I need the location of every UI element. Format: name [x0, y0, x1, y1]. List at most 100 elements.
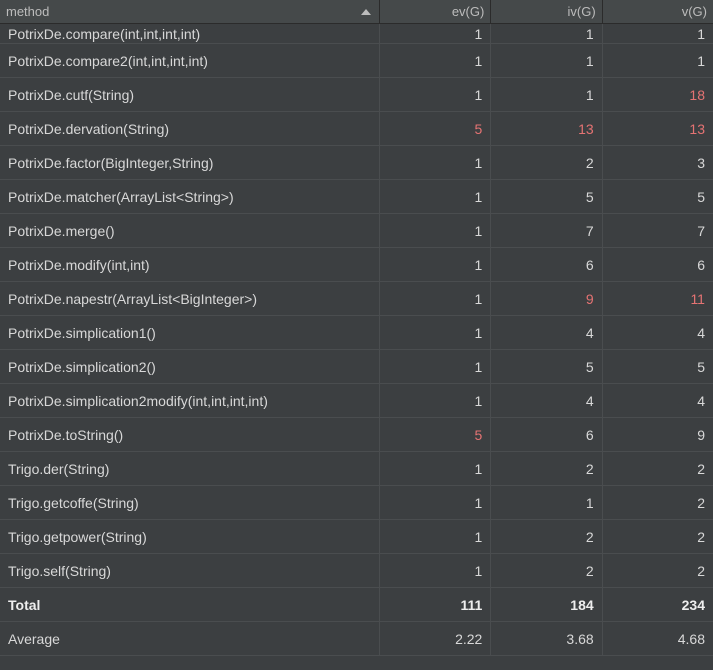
summary-iv: 184: [491, 588, 602, 621]
summary-v: 234: [603, 588, 713, 621]
cell-iv: 9: [491, 282, 602, 315]
cell-v: 2: [603, 486, 713, 519]
cell-ev: 1: [380, 554, 491, 587]
cell-method: PotrixDe.merge(): [0, 214, 380, 247]
summary-label: Average: [0, 622, 380, 655]
table-row[interactable]: PotrixDe.compare2(int,int,int,int)111: [0, 44, 713, 78]
cell-method: PotrixDe.cutf(String): [0, 78, 380, 111]
summary-ev: 111: [380, 588, 491, 621]
cell-v: 1: [603, 44, 713, 77]
cell-method: PotrixDe.simplication2modify(int,int,int…: [0, 384, 380, 417]
cell-ev: 1: [380, 384, 491, 417]
cell-v: 18: [603, 78, 713, 111]
table-row[interactable]: PotrixDe.factor(BigInteger,String)123: [0, 146, 713, 180]
column-header-label: method: [6, 4, 49, 19]
table-row[interactable]: PotrixDe.napestr(ArrayList<BigInteger>)1…: [0, 282, 713, 316]
table-row[interactable]: PotrixDe.cutf(String)1118: [0, 78, 713, 112]
cell-ev: 1: [380, 350, 491, 383]
table-row[interactable]: PotrixDe.simplication2()155: [0, 350, 713, 384]
cell-iv: 2: [491, 520, 602, 553]
cell-v: 5: [603, 180, 713, 213]
cell-v: 1: [603, 24, 713, 43]
cell-method: PotrixDe.modify(int,int): [0, 248, 380, 281]
cell-method: PotrixDe.matcher(ArrayList<String>): [0, 180, 380, 213]
cell-ev: 1: [380, 180, 491, 213]
cell-iv: 6: [491, 418, 602, 451]
cell-v: 11: [603, 282, 713, 315]
column-header-ev[interactable]: ev(G): [380, 0, 491, 23]
cell-ev: 1: [380, 78, 491, 111]
cell-iv: 1: [491, 486, 602, 519]
table-row[interactable]: PotrixDe.toString()569: [0, 418, 713, 452]
cell-iv: 4: [491, 316, 602, 349]
cell-method: PotrixDe.dervation(String): [0, 112, 380, 145]
cell-ev: 1: [380, 282, 491, 315]
cell-method: PotrixDe.simplication1(): [0, 316, 380, 349]
cell-method: PotrixDe.napestr(ArrayList<BigInteger>): [0, 282, 380, 315]
summary-row: Average2.223.684.68: [0, 622, 713, 656]
table-row[interactable]: PotrixDe.merge()177: [0, 214, 713, 248]
summary-ev: 2.22: [380, 622, 491, 655]
summary-row: Total111184234: [0, 588, 713, 622]
table-row[interactable]: PotrixDe.compare(int,int,int,int)111: [0, 24, 713, 44]
cell-ev: 5: [380, 112, 491, 145]
cell-iv: 5: [491, 180, 602, 213]
cell-iv: 13: [491, 112, 602, 145]
cell-iv: 2: [491, 452, 602, 485]
cell-iv: 1: [491, 24, 602, 43]
summary-iv: 3.68: [491, 622, 602, 655]
column-header-label: v(G): [682, 4, 707, 19]
cell-iv: 6: [491, 248, 602, 281]
table-row[interactable]: PotrixDe.modify(int,int)166: [0, 248, 713, 282]
cell-method: Trigo.getcoffe(String): [0, 486, 380, 519]
cell-ev: 1: [380, 214, 491, 247]
cell-iv: 2: [491, 146, 602, 179]
cell-method: Trigo.getpower(String): [0, 520, 380, 553]
cell-ev: 1: [380, 44, 491, 77]
summary-label: Total: [0, 588, 380, 621]
column-header-label: ev(G): [452, 4, 485, 19]
cell-v: 4: [603, 384, 713, 417]
cell-v: 6: [603, 248, 713, 281]
cell-method: PotrixDe.factor(BigInteger,String): [0, 146, 380, 179]
cell-method: PotrixDe.compare2(int,int,int,int): [0, 44, 380, 77]
cell-ev: 1: [380, 248, 491, 281]
cell-ev: 1: [380, 520, 491, 553]
cell-ev: 1: [380, 316, 491, 349]
table-row[interactable]: Trigo.getpower(String)122: [0, 520, 713, 554]
cell-v: 5: [603, 350, 713, 383]
cell-iv: 1: [491, 44, 602, 77]
table-row[interactable]: Trigo.der(String)122: [0, 452, 713, 486]
cell-method: PotrixDe.simplication2(): [0, 350, 380, 383]
metrics-table: method ev(G) iv(G) v(G) PotrixDe.compare…: [0, 0, 713, 656]
column-header-iv[interactable]: iv(G): [491, 0, 602, 23]
table-row[interactable]: Trigo.getcoffe(String)112: [0, 486, 713, 520]
column-header-method[interactable]: method: [0, 0, 380, 23]
cell-iv: 1: [491, 78, 602, 111]
sort-ascending-icon: [361, 9, 371, 15]
cell-v: 2: [603, 554, 713, 587]
column-header-v[interactable]: v(G): [603, 0, 713, 23]
cell-method: PotrixDe.toString(): [0, 418, 380, 451]
cell-ev: 1: [380, 486, 491, 519]
table-row[interactable]: Trigo.self(String)122: [0, 554, 713, 588]
cell-method: PotrixDe.compare(int,int,int,int): [0, 24, 380, 43]
cell-ev: 5: [380, 418, 491, 451]
cell-v: 2: [603, 452, 713, 485]
cell-iv: 7: [491, 214, 602, 247]
cell-iv: 4: [491, 384, 602, 417]
cell-ev: 1: [380, 452, 491, 485]
cell-v: 3: [603, 146, 713, 179]
cell-v: 4: [603, 316, 713, 349]
cell-ev: 1: [380, 146, 491, 179]
table-body: PotrixDe.compare(int,int,int,int)111Potr…: [0, 24, 713, 588]
table-row[interactable]: PotrixDe.simplication1()144: [0, 316, 713, 350]
table-row[interactable]: PotrixDe.simplication2modify(int,int,int…: [0, 384, 713, 418]
cell-iv: 2: [491, 554, 602, 587]
table-row[interactable]: PotrixDe.dervation(String)51313: [0, 112, 713, 146]
cell-method: Trigo.der(String): [0, 452, 380, 485]
cell-v: 2: [603, 520, 713, 553]
cell-ev: 1: [380, 24, 491, 43]
table-row[interactable]: PotrixDe.matcher(ArrayList<String>)155: [0, 180, 713, 214]
column-header-label: iv(G): [567, 4, 595, 19]
